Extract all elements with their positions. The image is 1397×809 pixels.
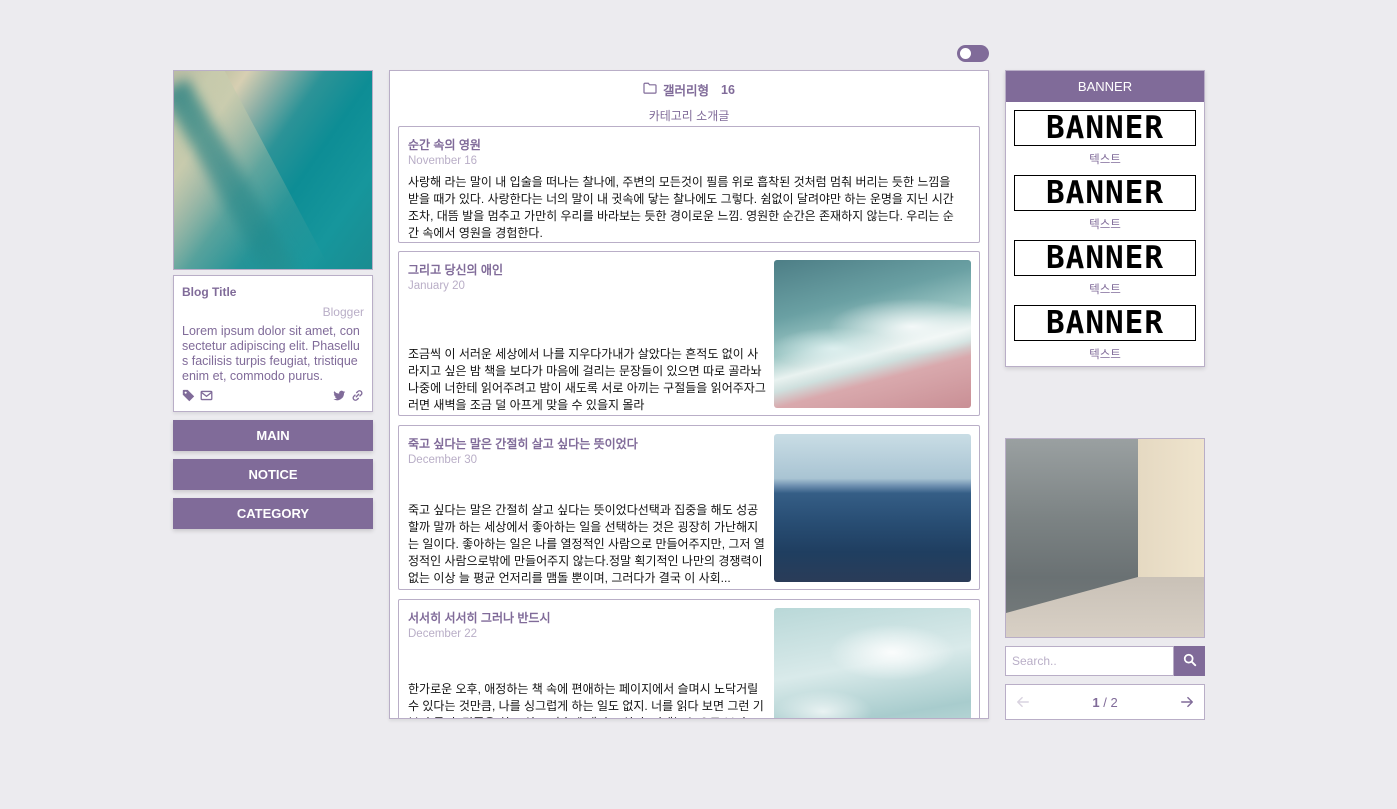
- banner-image[interactable]: BANNER: [1014, 305, 1196, 341]
- post-excerpt: 죽고 싶다는 말은 간절히 살고 싶다는 뜻이었다선택과 집중을 해도 성공할까…: [408, 503, 765, 585]
- profile-card: Blog Title Blogger Lorem ipsum dolor sit…: [173, 275, 373, 412]
- profile-image: [173, 70, 373, 270]
- banner-item[interactable]: BANNER 텍스트: [1006, 110, 1204, 167]
- category-intro: 카테고리 소개글: [648, 109, 730, 123]
- post-title[interactable]: 순간 속의 영원: [408, 136, 481, 153]
- search-button[interactable]: [1174, 646, 1205, 676]
- post-date: December 22: [408, 628, 478, 640]
- prev-page-arrow-icon[interactable]: [1016, 695, 1030, 709]
- total-pages: 2: [1110, 694, 1118, 710]
- post-excerpt: 사랑해 라는 말이 내 입술을 떠나는 찰나에, 주변의 모든것이 필름 위로 …: [408, 175, 954, 240]
- post-excerpt: 한가로운 오후, 애정하는 책 속에 편애하는 페이지에서 슬며시 노닥거릴 수…: [408, 682, 764, 718]
- banner-label[interactable]: 텍스트: [1006, 216, 1204, 232]
- banner-image[interactable]: BANNER: [1014, 175, 1196, 211]
- blog-title[interactable]: Blog Title: [182, 285, 364, 299]
- link-icon[interactable]: [351, 389, 364, 402]
- pagination: 1 / 2: [1005, 684, 1205, 720]
- nav-main-button[interactable]: MAIN: [173, 420, 373, 451]
- banner-label[interactable]: 텍스트: [1006, 151, 1204, 167]
- category-header: 갤러리형 16: [390, 80, 988, 99]
- left-sidebar: Blog Title Blogger Lorem ipsum dolor sit…: [173, 70, 373, 529]
- next-page-arrow-icon[interactable]: [1180, 695, 1194, 709]
- banner-item[interactable]: BANNER 텍스트: [1006, 175, 1204, 232]
- post-card[interactable]: 순간 속의 영원 November 16 사랑해 라는 말이 내 입술을 떠나는…: [398, 126, 980, 243]
- post-thumbnail[interactable]: [774, 608, 971, 718]
- post-date: January 20: [408, 280, 465, 292]
- nav-notice-button[interactable]: NOTICE: [173, 459, 373, 490]
- banner-widget: BANNER BANNER 텍스트 BANNER 텍스트 BANNER 텍스트 …: [1005, 70, 1205, 367]
- mail-icon[interactable]: [200, 389, 213, 402]
- post-card[interactable]: 그리고 당신의 애인 January 20 조금씩 이 서러운 세상에서 나를 …: [398, 251, 980, 416]
- banner-label[interactable]: 텍스트: [1006, 346, 1204, 362]
- page-separator: /: [1103, 694, 1107, 710]
- nav-category-button[interactable]: CATEGORY: [173, 498, 373, 529]
- banner-image[interactable]: BANNER: [1014, 240, 1196, 276]
- post-list-panel: 갤러리형 16 카테고리 소개글 순간 속의 영원 November 16 사랑…: [389, 70, 989, 719]
- banner-label[interactable]: 텍스트: [1006, 281, 1204, 297]
- banner-item[interactable]: BANNER 텍스트: [1006, 240, 1204, 297]
- search-bar: [1005, 646, 1205, 676]
- post-thumbnail[interactable]: [774, 260, 971, 408]
- post-date: December 30: [408, 454, 478, 466]
- post-title[interactable]: 서서히 서서히 그러나 반드시: [408, 609, 550, 626]
- theme-toggle[interactable]: [957, 45, 989, 62]
- blog-description: Lorem ipsum dolor sit amet, consectetur …: [182, 324, 360, 383]
- toggle-knob: [960, 48, 971, 59]
- blogger-name: Blogger: [322, 305, 364, 319]
- page-indicator: 1 / 2: [1092, 695, 1117, 710]
- post-excerpt: 조금씩 이 서러운 세상에서 나를 지우다가내가 살았다는 흔적도 없이 사라지…: [408, 347, 766, 412]
- post-title[interactable]: 죽고 싶다는 말은 간절히 살고 싶다는 뜻이었다: [408, 435, 638, 452]
- post-title[interactable]: 그리고 당신의 애인: [408, 261, 503, 278]
- tag-icon[interactable]: [182, 389, 195, 402]
- folder-icon: [643, 82, 657, 97]
- banner-item[interactable]: BANNER 텍스트: [1006, 305, 1204, 362]
- post-date: November 16: [408, 155, 478, 167]
- twitter-icon[interactable]: [333, 389, 346, 402]
- profile-icons: [182, 389, 364, 402]
- banner-image[interactable]: BANNER: [1014, 110, 1196, 146]
- sidebar-image: [1005, 438, 1205, 638]
- current-page: 1: [1092, 694, 1100, 710]
- search-icon: [1183, 653, 1197, 670]
- post-card[interactable]: 죽고 싶다는 말은 간절히 살고 싶다는 뜻이었다 December 30 죽고…: [398, 425, 980, 590]
- category-name: 갤러리형: [663, 84, 710, 98]
- search-input[interactable]: [1005, 646, 1174, 676]
- banner-header: BANNER: [1006, 71, 1204, 102]
- sidebar-image-floor: [1006, 577, 1204, 637]
- post-thumbnail[interactable]: [774, 434, 971, 582]
- post-card[interactable]: 서서히 서서히 그러나 반드시 December 22 한가로운 오후, 애정하…: [398, 599, 980, 718]
- category-count: 16: [721, 82, 735, 97]
